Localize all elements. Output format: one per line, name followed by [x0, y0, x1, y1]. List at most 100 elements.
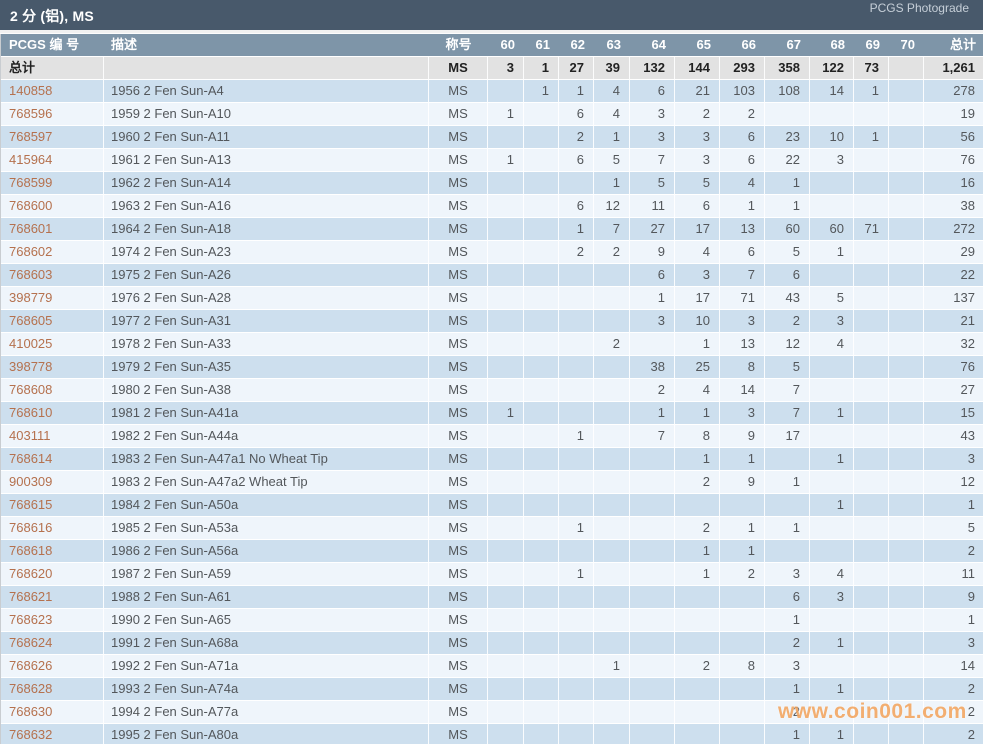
coin-number-link[interactable]: 768608 [1, 379, 104, 402]
column-header-62: 62 [559, 34, 594, 57]
grade-count-64: 3 [630, 103, 675, 126]
grade-count-65: 17 [675, 287, 720, 310]
coin-number-link[interactable]: 398778 [1, 356, 104, 379]
grade-count-68: 3 [810, 310, 854, 333]
coin-number-link[interactable]: 768616 [1, 517, 104, 540]
grade-count-69 [854, 402, 889, 425]
coin-number-link[interactable]: 768601 [1, 218, 104, 241]
grade-count-69 [854, 287, 889, 310]
coin-number-link[interactable]: 768620 [1, 563, 104, 586]
coin-number-link[interactable]: 768626 [1, 655, 104, 678]
table-row: 7686101981 2 Fen Sun-A41aMS11137115 [1, 402, 983, 425]
coin-description: 1962 2 Fen Sun-A14 [104, 172, 429, 195]
grade-count-62 [559, 172, 594, 195]
grade-count-65 [675, 678, 720, 701]
grade-count-65: 3 [675, 264, 720, 287]
coin-number-link[interactable]: 900309 [1, 471, 104, 494]
total-count: 5 [924, 517, 983, 540]
grade-count-64 [630, 701, 675, 724]
title-bar: 2 分 (铝), MS PCGS Photograde [0, 0, 983, 30]
coin-description: 1963 2 Fen Sun-A16 [104, 195, 429, 218]
grade-count-60 [488, 287, 524, 310]
coin-number-link[interactable]: 768610 [1, 402, 104, 425]
grade-count-68 [810, 517, 854, 540]
total-count: 2 [924, 724, 983, 744]
grade-count-61 [524, 402, 559, 425]
coin-number-link[interactable]: 403111 [1, 425, 104, 448]
grade-count-63 [594, 724, 630, 744]
coin-number-link[interactable]: 768632 [1, 724, 104, 744]
grade-count-63: 7 [594, 218, 630, 241]
coin-number-link[interactable]: 768605 [1, 310, 104, 333]
total-count: 27 [924, 379, 983, 402]
grade-count-64 [630, 632, 675, 655]
grade-count-67: 6 [765, 264, 810, 287]
grade-count-65: 2 [675, 103, 720, 126]
grade-count-61 [524, 609, 559, 632]
grade-count-68: 1 [810, 448, 854, 471]
coin-number-link[interactable]: 768599 [1, 172, 104, 195]
grade-designation: MS [429, 356, 488, 379]
coin-number-link[interactable]: 768630 [1, 701, 104, 724]
grade-count-66: 293 [720, 57, 765, 80]
coin-number-link[interactable]: 768623 [1, 609, 104, 632]
coin-number-link[interactable]: 398779 [1, 287, 104, 310]
grade-count-66 [720, 609, 765, 632]
column-header-61: 61 [524, 34, 559, 57]
grade-count-62: 1 [559, 563, 594, 586]
grade-count-70 [889, 563, 924, 586]
coin-number-link[interactable]: 768596 [1, 103, 104, 126]
grade-count-62: 27 [559, 57, 594, 80]
grade-count-70 [889, 310, 924, 333]
grade-count-67 [765, 540, 810, 563]
grade-count-70 [889, 609, 924, 632]
grade-count-64: 1 [630, 402, 675, 425]
total-count: 14 [924, 655, 983, 678]
grade-count-65: 3 [675, 149, 720, 172]
coin-number-link[interactable]: 768597 [1, 126, 104, 149]
coin-description: 1985 2 Fen Sun-A53a [104, 517, 429, 540]
grade-count-69 [854, 471, 889, 494]
grade-count-66 [720, 586, 765, 609]
coin-number-link[interactable]: 768618 [1, 540, 104, 563]
total-count: 56 [924, 126, 983, 149]
page-title: 2 分 (铝), MS [10, 6, 94, 26]
grade-designation: MS [429, 333, 488, 356]
coin-number-link[interactable]: 768621 [1, 586, 104, 609]
grade-count-67: 7 [765, 402, 810, 425]
grade-designation: MS [429, 563, 488, 586]
coin-number-link[interactable]: 410025 [1, 333, 104, 356]
coin-number-link[interactable]: 768614 [1, 448, 104, 471]
total-count: 1 [924, 609, 983, 632]
coin-number-link[interactable]: 415964 [1, 149, 104, 172]
coin-number-link[interactable]: 768602 [1, 241, 104, 264]
grade-count-69 [854, 609, 889, 632]
grade-count-67: 1 [765, 724, 810, 744]
grade-count-69 [854, 333, 889, 356]
grade-count-65: 1 [675, 402, 720, 425]
coin-number-link[interactable]: 768600 [1, 195, 104, 218]
grade-count-61 [524, 218, 559, 241]
grade-count-68 [810, 655, 854, 678]
grade-count-68: 1 [810, 678, 854, 701]
grade-designation: MS [429, 701, 488, 724]
coin-description: 1977 2 Fen Sun-A31 [104, 310, 429, 333]
grade-count-67 [765, 494, 810, 517]
grade-count-68: 3 [810, 149, 854, 172]
coin-number-link[interactable]: 768628 [1, 678, 104, 701]
coin-number-link[interactable]: 768615 [1, 494, 104, 517]
grade-count-70 [889, 586, 924, 609]
grade-count-66: 3 [720, 310, 765, 333]
grade-count-66: 2 [720, 103, 765, 126]
grade-count-65: 1 [675, 333, 720, 356]
grade-count-60 [488, 264, 524, 287]
grade-count-64: 38 [630, 356, 675, 379]
coin-number-link[interactable]: 768603 [1, 264, 104, 287]
grade-count-69 [854, 632, 889, 655]
grade-count-63: 39 [594, 57, 630, 80]
grade-count-68 [810, 540, 854, 563]
coin-number-link[interactable]: 768624 [1, 632, 104, 655]
grade-count-70 [889, 402, 924, 425]
coin-number-link[interactable]: 140858 [1, 80, 104, 103]
grade-count-68: 1 [810, 724, 854, 744]
